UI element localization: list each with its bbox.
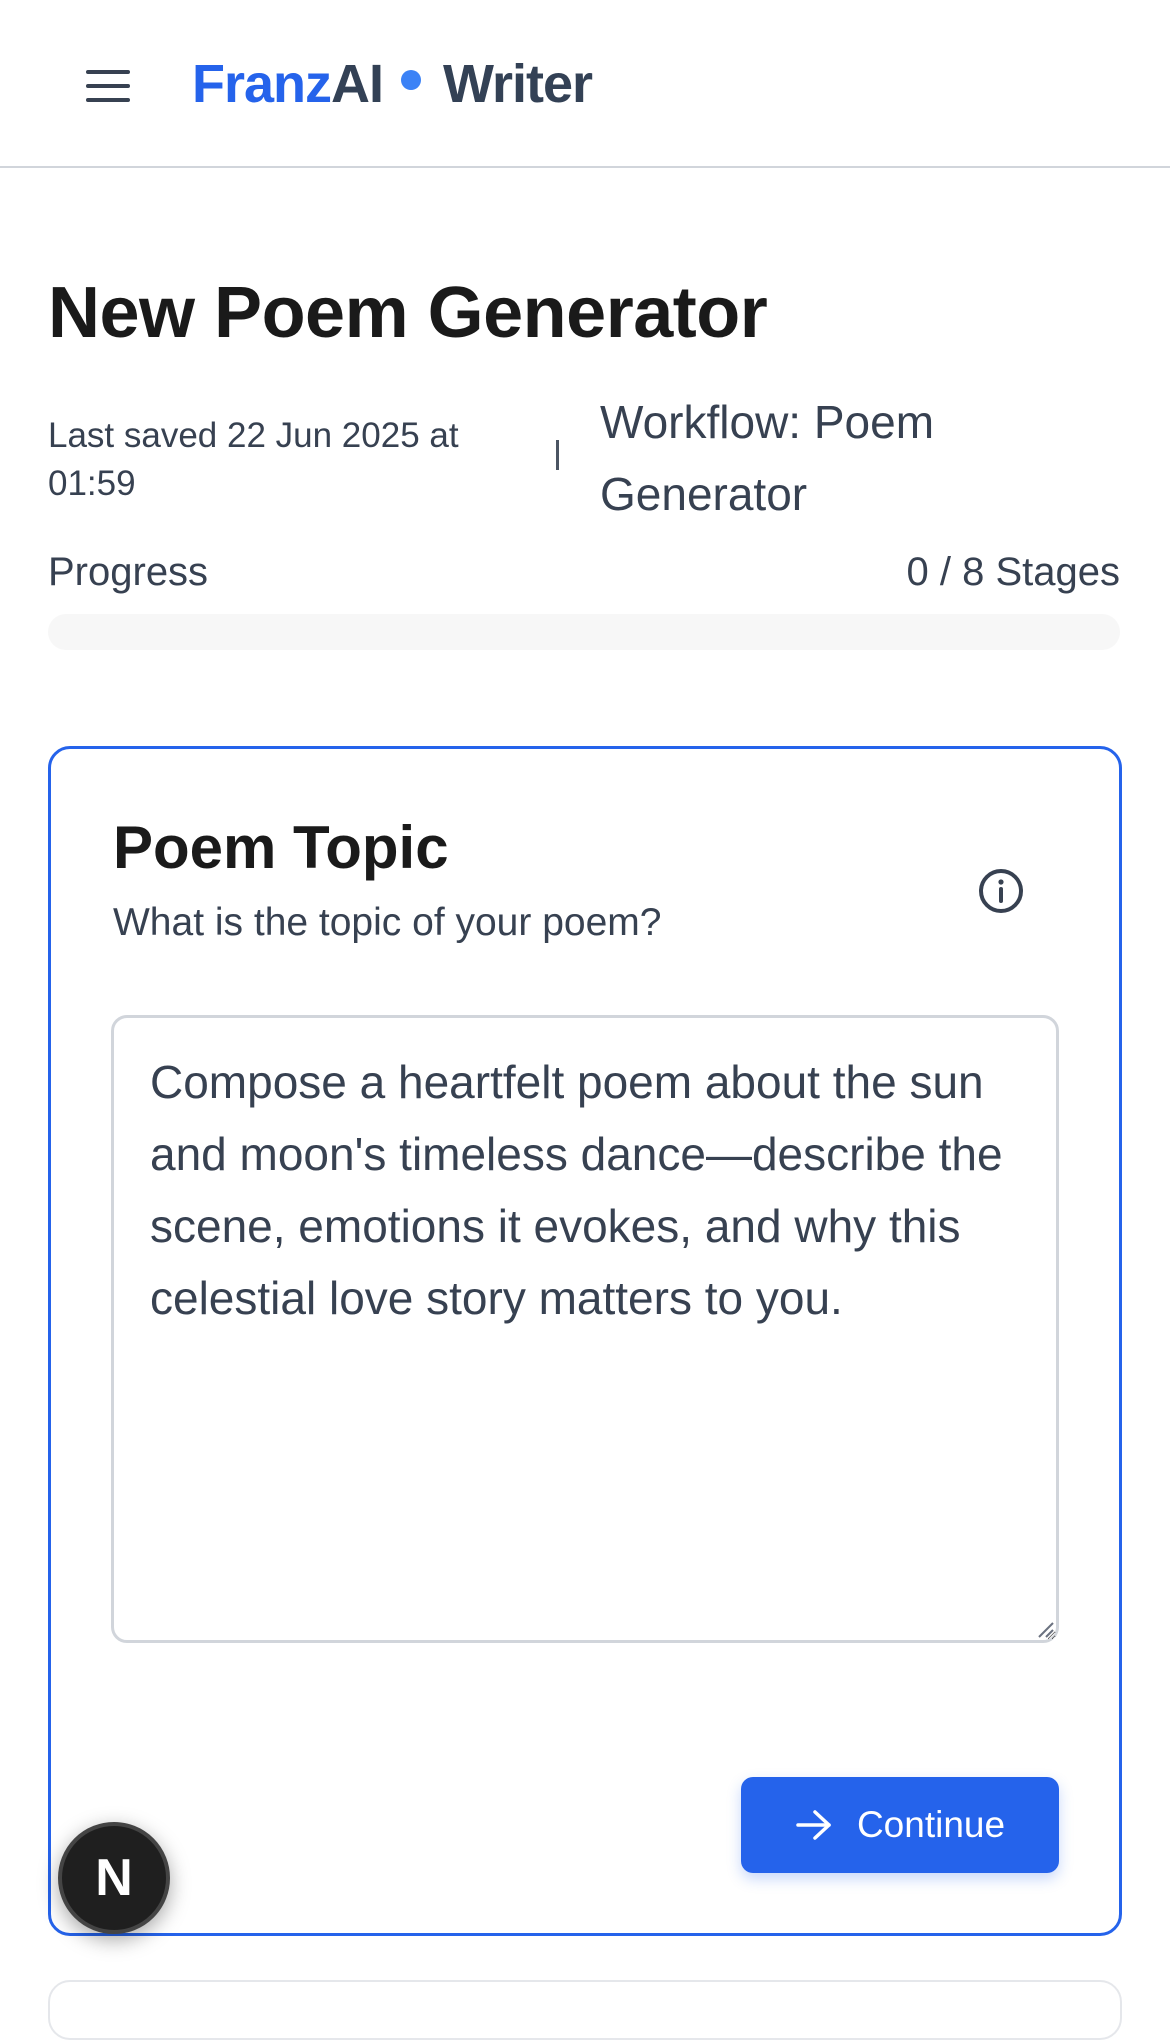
dev-tools-badge[interactable]: N bbox=[58, 1822, 170, 1934]
last-saved-text: Last saved 22 Jun 2025 at 01:59 bbox=[48, 416, 459, 503]
resize-handle-icon[interactable] bbox=[1035, 1619, 1055, 1639]
progress-label: Progress bbox=[48, 550, 209, 594]
hamburger-menu-icon[interactable] bbox=[84, 66, 132, 106]
continue-button[interactable]: Continue bbox=[741, 1777, 1059, 1873]
brand-dot-icon bbox=[401, 70, 422, 90]
arrow-right-icon bbox=[796, 1810, 831, 1840]
brand-logo[interactable]: FranzAI Writer bbox=[192, 50, 593, 118]
progress-count: 0 / 8 Stages bbox=[906, 550, 1120, 594]
info-icon[interactable] bbox=[977, 867, 1025, 915]
stage-title: Poem Topic bbox=[113, 814, 449, 881]
brand-part-3: Writer bbox=[443, 54, 593, 114]
workflow-name: Workflow: Poem Generator bbox=[600, 396, 935, 520]
page-title: New Poem Generator bbox=[48, 273, 768, 353]
meta-separator bbox=[556, 440, 559, 470]
brand-part-1: Franz bbox=[192, 54, 332, 114]
brand-part-2: AI bbox=[331, 54, 384, 114]
stage-subtitle: What is the topic of your poem? bbox=[113, 901, 662, 944]
app-header: FranzAI Writer bbox=[0, 0, 1170, 168]
poem-topic-textarea[interactable] bbox=[111, 1015, 1059, 1643]
continue-label: Continue bbox=[856, 1804, 1006, 1845]
stage-card-poem-topic: Poem Topic What is the topic of your poe… bbox=[48, 746, 1122, 1936]
progress-bar bbox=[48, 614, 1120, 650]
next-stage-card bbox=[48, 1980, 1122, 2040]
